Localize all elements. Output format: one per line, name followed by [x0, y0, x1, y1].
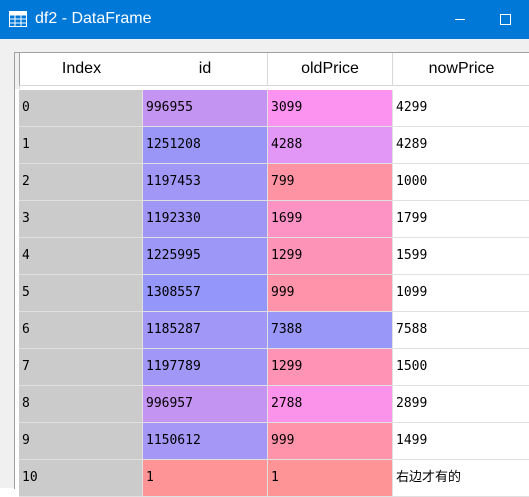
- index-cell[interactable]: 2: [19, 164, 143, 201]
- header-index[interactable]: Index: [19, 53, 144, 86]
- nowprice-cell[interactable]: 1099: [393, 275, 529, 312]
- table-row: 0 996955 3099 4299: [15, 90, 529, 127]
- nowprice-cell[interactable]: 1500: [393, 349, 529, 386]
- header-nowprice[interactable]: nowPrice: [393, 53, 529, 86]
- id-cell[interactable]: 1: [143, 460, 268, 497]
- oldprice-cell[interactable]: 1299: [268, 349, 393, 386]
- oldprice-cell[interactable]: 1299: [268, 238, 393, 275]
- index-cell[interactable]: 0: [19, 90, 143, 127]
- table-row: 10 1 1 右边才有的: [15, 460, 529, 497]
- oldprice-cell[interactable]: 1699: [268, 201, 393, 238]
- nowprice-cell[interactable]: 4289: [393, 127, 529, 164]
- index-cell[interactable]: 3: [19, 201, 143, 238]
- table-row: 4 1225995 1299 1599: [15, 238, 529, 275]
- id-cell[interactable]: 996955: [143, 90, 268, 127]
- nowprice-cell[interactable]: 1599: [393, 238, 529, 275]
- table-row: 6 1185287 7388 7588: [15, 312, 529, 349]
- nowprice-cell[interactable]: 1499: [393, 423, 529, 460]
- id-cell[interactable]: 1251208: [143, 127, 268, 164]
- maximize-button[interactable]: [482, 0, 528, 39]
- oldprice-cell[interactable]: 799: [268, 164, 393, 201]
- index-cell[interactable]: 4: [19, 238, 143, 275]
- index-cell[interactable]: 7: [19, 349, 143, 386]
- id-cell[interactable]: 1197789: [143, 349, 268, 386]
- id-cell[interactable]: 996957: [143, 386, 268, 423]
- nowprice-cell[interactable]: 2899: [393, 386, 529, 423]
- nowprice-cell[interactable]: 7588: [393, 312, 529, 349]
- nowprice-cell[interactable]: 右边才有的: [393, 460, 529, 497]
- header-id[interactable]: id: [143, 53, 268, 86]
- table-row: 9 1150612 999 1499: [15, 423, 529, 460]
- oldprice-cell[interactable]: 1: [268, 460, 393, 497]
- table-row: 7 1197789 1299 1500: [15, 349, 529, 386]
- dataframe-table: Index id oldPrice nowPrice 0 996955 3099 42…: [14, 52, 529, 497]
- minimize-button[interactable]: [436, 0, 482, 39]
- index-cell[interactable]: 6: [19, 312, 143, 349]
- oldprice-cell[interactable]: 2788: [268, 386, 393, 423]
- id-cell[interactable]: 1197453: [143, 164, 268, 201]
- window-title: df2 - DataFrame: [35, 10, 152, 27]
- table-row: 8 996957 2788 2899: [15, 386, 529, 423]
- index-cell[interactable]: 1: [19, 127, 143, 164]
- grid-table-icon: [9, 11, 27, 27]
- index-cell[interactable]: 10: [19, 460, 143, 497]
- index-cell[interactable]: 9: [19, 423, 143, 460]
- header-oldprice[interactable]: oldPrice: [268, 53, 393, 86]
- oldprice-cell[interactable]: 4288: [268, 127, 393, 164]
- id-cell[interactable]: 1225995: [143, 238, 268, 275]
- maximize-icon: [500, 14, 511, 25]
- oldprice-cell[interactable]: 999: [268, 275, 393, 312]
- nowprice-cell[interactable]: 1000: [393, 164, 529, 201]
- nowprice-cell[interactable]: 1799: [393, 201, 529, 238]
- oldprice-cell[interactable]: 999: [268, 423, 393, 460]
- minimize-icon: [455, 19, 465, 20]
- oldprice-cell[interactable]: 3099: [268, 90, 393, 127]
- index-cell[interactable]: 5: [19, 275, 143, 312]
- table-row: 3 1192330 1699 1799: [15, 201, 529, 238]
- id-cell[interactable]: 1308557: [143, 275, 268, 312]
- dataframe-panel: Index id oldPrice nowPrice 0 996955 3099 42…: [0, 39, 529, 497]
- table-row: 1 1251208 4288 4289: [15, 127, 529, 164]
- id-cell[interactable]: 1185287: [143, 312, 268, 349]
- id-cell[interactable]: 1150612: [143, 423, 268, 460]
- table-row: 5 1308557 999 1099: [15, 275, 529, 312]
- index-cell[interactable]: 8: [19, 386, 143, 423]
- title-bar: df2 - DataFrame: [0, 0, 529, 39]
- table-row: 2 1197453 799 1000: [15, 164, 529, 201]
- nowprice-cell[interactable]: 4299: [393, 90, 529, 127]
- id-cell[interactable]: 1192330: [143, 201, 268, 238]
- oldprice-cell[interactable]: 7388: [268, 312, 393, 349]
